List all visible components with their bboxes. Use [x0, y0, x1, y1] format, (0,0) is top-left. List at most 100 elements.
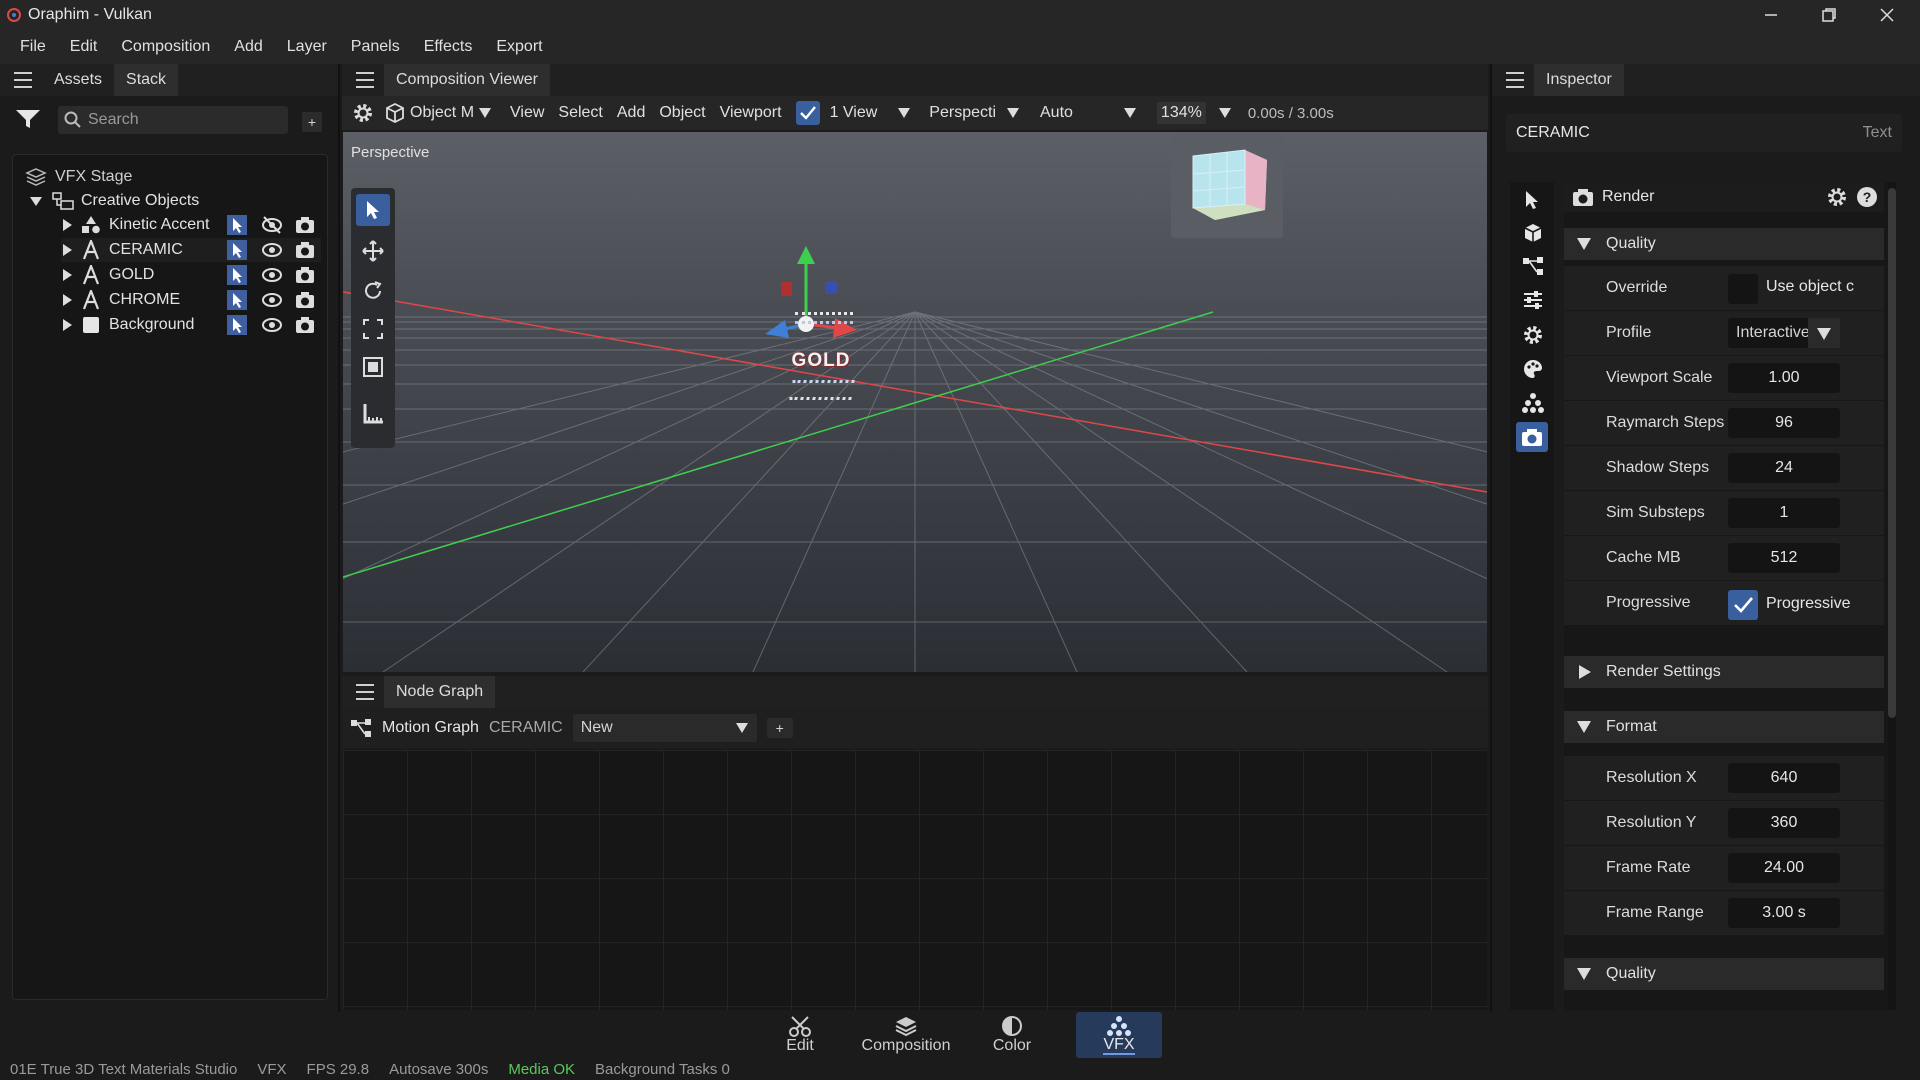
section-quality-2[interactable]: Quality: [1564, 958, 1884, 990]
sim-substeps-field[interactable]: 1: [1728, 498, 1840, 528]
cursor-icon[interactable]: [1524, 190, 1542, 212]
menu-layer[interactable]: Layer: [275, 30, 339, 64]
minimize-button[interactable]: [1742, 0, 1800, 30]
tab-composition-viewer[interactable]: Composition Viewer: [384, 64, 550, 96]
mode-edit[interactable]: Edit: [770, 1012, 830, 1058]
plane-handle-icon[interactable]: [781, 282, 792, 296]
rotate-icon[interactable]: [362, 280, 384, 302]
tree-item[interactable]: Kinetic Accent: [61, 213, 321, 237]
render-camera-icon[interactable]: [295, 315, 315, 335]
scene-text-gold[interactable]: GOLD: [781, 350, 861, 372]
mode-vfx[interactable]: VFX: [1076, 1012, 1162, 1058]
raymarch-field[interactable]: 96: [1728, 408, 1840, 438]
caret-right-icon[interactable]: [61, 243, 73, 257]
object-mode-dropdown[interactable]: Object M: [410, 104, 474, 122]
menu-effects[interactable]: Effects: [412, 30, 485, 64]
tree-item[interactable]: CHROME: [61, 288, 321, 312]
section-render-settings[interactable]: Render Settings: [1564, 656, 1884, 688]
resolution-y-field[interactable]: 360: [1728, 808, 1840, 838]
override-checkbox[interactable]: [1728, 274, 1758, 304]
select-cursor-icon[interactable]: [227, 315, 247, 335]
node-graph-icon[interactable]: [1522, 256, 1544, 276]
settings-gear-icon[interactable]: [1522, 324, 1544, 346]
restore-button[interactable]: [1800, 0, 1858, 30]
caret-down-icon[interactable]: [29, 194, 43, 208]
inspector-scrollbar-thumb[interactable]: [1888, 188, 1896, 718]
frame-rate-field[interactable]: 24.00: [1728, 853, 1840, 883]
view-count-dropdown[interactable]: 1 View: [830, 104, 878, 122]
menu-edit[interactable]: Edit: [58, 30, 110, 64]
eye-icon[interactable]: [261, 290, 283, 310]
select-tool[interactable]: [356, 194, 390, 226]
select-cursor-icon[interactable]: [227, 215, 247, 235]
gear-icon[interactable]: [352, 102, 374, 124]
menu-add[interactable]: Add: [222, 30, 274, 64]
gear-icon[interactable]: [1826, 186, 1848, 208]
add-graph-button[interactable]: +: [766, 718, 793, 738]
mode-color[interactable]: Color: [982, 1012, 1042, 1058]
scene-text-lower[interactable]: [789, 380, 855, 400]
add-asset-button[interactable]: +: [302, 112, 322, 132]
object-cube-icon[interactable]: [1522, 222, 1544, 244]
chevron-down-icon[interactable]: [1218, 107, 1232, 119]
node-graph-canvas[interactable]: [343, 750, 1487, 1010]
menu-panels[interactable]: Panels: [339, 30, 412, 64]
y-arrow-icon[interactable]: [797, 246, 815, 264]
palette-icon[interactable]: [1522, 358, 1544, 380]
tab-inspector[interactable]: Inspector: [1534, 64, 1624, 96]
tree-group[interactable]: Creative Objects: [29, 189, 199, 213]
tree-item[interactable]: Background: [61, 313, 321, 337]
select-cursor-icon[interactable]: [227, 265, 247, 285]
chevron-down-icon[interactable]: [897, 107, 911, 119]
select-cursor-icon[interactable]: [227, 240, 247, 260]
help-icon[interactable]: ?: [1856, 186, 1878, 208]
viewport-scale-field[interactable]: 1.00: [1728, 363, 1840, 393]
zoom-dropdown[interactable]: 134%: [1156, 102, 1206, 124]
tree-item[interactable]: GOLD: [61, 263, 321, 287]
caret-right-icon[interactable]: [61, 268, 73, 282]
section-format[interactable]: Format: [1564, 711, 1884, 743]
tab-assets[interactable]: Assets: [42, 64, 114, 96]
move-icon[interactable]: [362, 240, 384, 262]
z-arrow-icon[interactable]: [765, 320, 789, 338]
ruler-icon[interactable]: [362, 402, 384, 424]
panel-menu-icon[interactable]: [1506, 72, 1524, 88]
profile-dropdown-arrow[interactable]: [1808, 318, 1840, 348]
eye-icon[interactable]: [261, 315, 283, 335]
menu-viewport[interactable]: Viewport: [720, 104, 782, 122]
tab-node-graph[interactable]: Node Graph: [384, 676, 496, 708]
render-camera-icon[interactable]: [295, 290, 315, 310]
filter-icon[interactable]: [14, 108, 42, 130]
menu-add-object[interactable]: Add: [617, 104, 645, 122]
shading-dropdown[interactable]: Auto: [1040, 104, 1073, 122]
caret-right-icon[interactable]: [61, 318, 73, 332]
progressive-checkbox[interactable]: [1728, 590, 1758, 620]
menu-composition[interactable]: Composition: [109, 30, 222, 64]
panel-menu-icon[interactable]: [14, 72, 32, 88]
section-quality[interactable]: Quality: [1564, 228, 1884, 260]
search-field[interactable]: Search: [58, 106, 288, 134]
render-camera-icon[interactable]: [295, 240, 315, 260]
chevron-down-icon[interactable]: [1006, 107, 1020, 119]
tree-item[interactable]: CERAMIC: [61, 238, 321, 262]
cache-field[interactable]: 512: [1728, 543, 1840, 573]
tab-stack[interactable]: Stack: [114, 64, 179, 96]
render-camera-icon[interactable]: [295, 265, 315, 285]
caret-right-icon[interactable]: [61, 293, 73, 307]
frame-range-field[interactable]: 3.00 s: [1728, 898, 1840, 928]
view-cube-icon[interactable]: [1189, 146, 1271, 224]
scene-text-upper[interactable]: [795, 312, 853, 324]
tree-root[interactable]: VFX Stage: [25, 165, 132, 189]
caret-right-icon[interactable]: [61, 218, 73, 232]
menu-object[interactable]: Object: [659, 104, 705, 122]
menu-select[interactable]: Select: [558, 104, 602, 122]
chevron-down-icon[interactable]: [478, 107, 492, 119]
chevron-down-icon[interactable]: [1123, 107, 1137, 119]
eye-icon[interactable]: [261, 265, 283, 285]
frame-icon[interactable]: [362, 356, 384, 378]
menu-file[interactable]: File: [8, 30, 58, 64]
scale-icon[interactable]: [362, 318, 384, 340]
shadow-steps-field[interactable]: 24: [1728, 453, 1840, 483]
select-cursor-icon[interactable]: [227, 290, 247, 310]
eye-hidden-icon[interactable]: [261, 215, 283, 235]
